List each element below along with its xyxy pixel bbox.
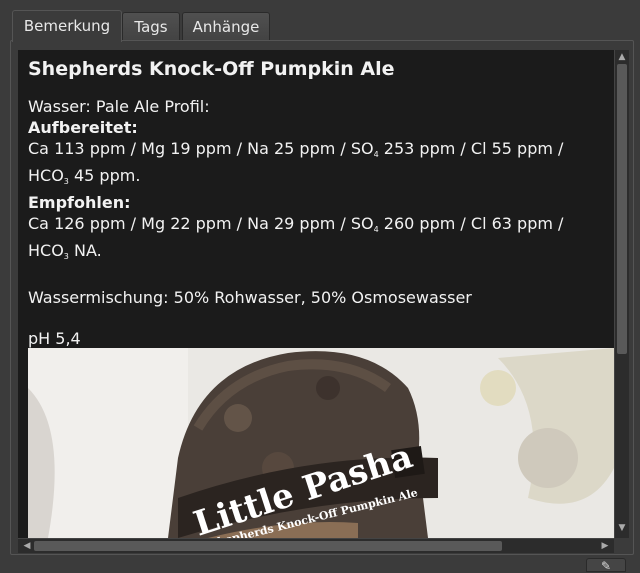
vertical-scroll-thumb[interactable] <box>617 64 627 354</box>
note-title: Shepherds Knock-Off Pumpkin Ale <box>28 58 395 80</box>
treated-values-line1: Ca 113 ppm / Mg 19 ppm / Na 25 ppm / SO4… <box>28 139 564 159</box>
horizontal-scroll-thumb[interactable] <box>34 541 502 551</box>
recommended-values-line2: HCO3 NA. <box>28 241 102 261</box>
tab-bemerkung[interactable]: Bemerkung <box>12 10 122 42</box>
horizontal-scrollbar[interactable]: ◀ ▶ <box>18 538 614 553</box>
chevron-down-icon[interactable]: ▼ <box>615 522 629 534</box>
water-mix: Wassermischung: 50% Rohwasser, 50% Osmos… <box>28 288 472 307</box>
chevron-right-icon[interactable]: ▶ <box>598 540 612 552</box>
vertical-scrollbar[interactable]: ▲ ▼ <box>614 50 629 538</box>
recommended-values-line1: Ca 126 ppm / Mg 22 ppm / Na 29 ppm / SO4… <box>28 214 564 234</box>
water-profile: Wasser: Pale Ale Profil: <box>28 97 210 116</box>
ph-value: pH 5,4 <box>28 329 81 348</box>
recommended-label: Empfohlen: <box>28 193 131 212</box>
tab-bar: Bemerkung Tags Anhänge <box>0 0 640 42</box>
note-content: Shepherds Knock-Off Pumpkin Ale Wasser: … <box>28 56 608 349</box>
treated-values-line2: HCO3 45 ppm. <box>28 166 141 186</box>
chevron-up-icon[interactable]: ▲ <box>615 51 629 63</box>
note-viewer[interactable]: Shepherds Knock-Off Pumpkin Ale Wasser: … <box>18 50 614 538</box>
beer-label-image: Little Pasha Shepherds Knock-Off Pumpkin… <box>28 348 614 538</box>
tab-tags[interactable]: Tags <box>122 12 180 40</box>
treated-label: Aufbereitet: <box>28 118 138 137</box>
tab-anhaenge[interactable]: Anhänge <box>182 12 270 40</box>
pencil-icon: ✎ <box>600 559 612 573</box>
chevron-left-icon[interactable]: ◀ <box>20 540 34 552</box>
